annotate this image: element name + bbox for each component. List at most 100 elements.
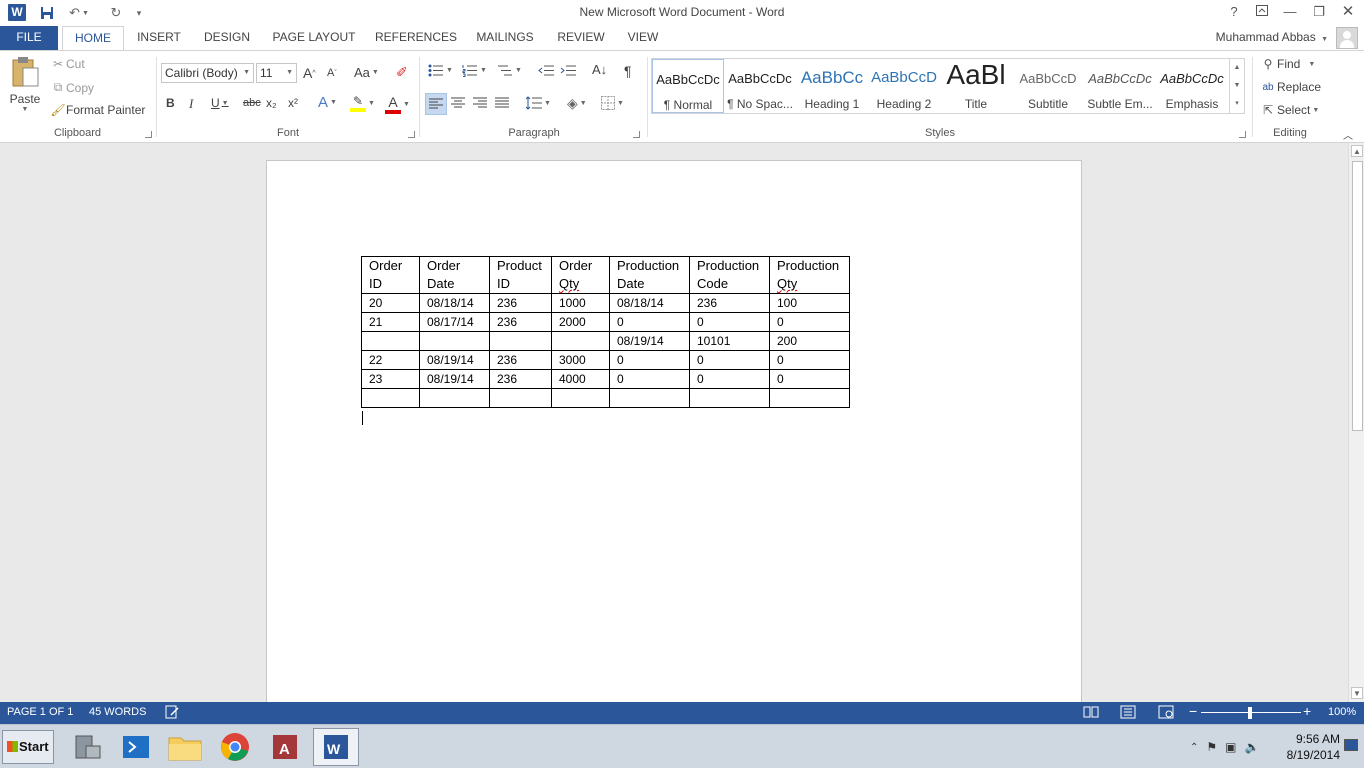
vertical-scrollbar[interactable]: ▲ ▼ [1348,143,1364,702]
show-desktop-icon[interactable] [1344,739,1358,751]
bullets-icon[interactable]: ▼ [428,64,453,77]
zoom-out-button[interactable]: − [1189,703,1197,719]
justify-icon[interactable] [495,97,509,109]
action-center-flag-icon[interactable]: ⚑ [1206,740,1217,754]
table-cell[interactable]: 08/19/14 [419,350,490,370]
header-cell[interactable]: Production Qty [769,256,850,294]
change-case-button[interactable]: Aa ▼ [354,65,379,80]
powershell-icon[interactable] [113,728,159,766]
find-button[interactable]: ⚲ Find ▼ [1259,57,1316,71]
style-title[interactable]: AaBl Title [940,59,1012,113]
tab-file[interactable]: FILE [0,26,58,50]
scrollbar-thumb[interactable] [1352,161,1363,431]
table-cell[interactable]: 200 [769,331,850,351]
table-cell[interactable]: 0 [769,350,850,370]
replace-button[interactable]: ab Replace [1259,80,1321,94]
table-cell[interactable] [551,388,610,408]
font-color-button[interactable]: A ▼ [385,94,410,114]
tab-view[interactable]: VIEW [622,26,664,50]
header-cell[interactable]: Order Date [419,256,490,294]
document-page[interactable]: Order ID Order Date Product ID Order Qty Pro… [266,160,1082,702]
clear-formatting-icon[interactable]: ✐ [396,64,408,81]
restore-icon[interactable]: ❐ [1305,2,1333,22]
numbering-icon[interactable]: ▼ [462,64,487,77]
table-cell[interactable]: 0 [689,350,770,370]
tab-references[interactable]: REFERENCES [374,26,458,50]
word-count[interactable]: 45 WORDS [89,706,146,718]
header-cell[interactable]: Product ID [489,256,552,294]
collapse-ribbon-icon[interactable]: ︿ [1343,127,1353,142]
format-painter-button[interactable]: 🖌 Format Painter [50,103,145,117]
table-cell[interactable]: 0 [769,369,850,389]
scroll-up-icon[interactable]: ▲ [1351,145,1363,157]
table-cell[interactable] [361,331,420,351]
style-heading-2[interactable]: AaBbCcD Heading 2 [868,59,940,113]
print-layout-icon[interactable] [1120,705,1136,722]
italic-button[interactable]: I [189,96,193,112]
close-icon[interactable]: ✕ [1334,2,1362,22]
table-cell[interactable]: 08/19/14 [419,369,490,389]
subscript-button[interactable]: x₂ [266,96,277,110]
table-cell[interactable]: 08/18/14 [419,293,490,313]
proofing-icon[interactable] [165,705,179,722]
header-cell[interactable]: Order ID [361,256,420,294]
select-button[interactable]: ⇱ Select ▼ [1259,103,1319,117]
font-family-select[interactable]: Calibri (Body) ▼ [161,63,254,83]
table-cell[interactable]: 236 [489,312,552,332]
table-cell[interactable] [551,331,610,351]
table-cell[interactable]: 3000 [551,350,610,370]
table-cell[interactable] [609,388,690,408]
table-cell[interactable]: 10101 [689,331,770,351]
header-cell[interactable]: Production Code [689,256,770,294]
order-table[interactable]: Order ID Order Date Product ID Order Qty Pro… [361,256,850,408]
cut-button[interactable]: ✂ Cut [50,57,85,71]
grow-font-button[interactable]: A ^ [303,65,316,81]
strikethrough-button[interactable]: abc [243,97,261,109]
shrink-font-button[interactable]: Aˇ [327,67,337,79]
underline-button[interactable]: U ▼ [211,96,229,110]
multilevel-list-icon[interactable]: ▼ [497,64,522,77]
minimize-icon[interactable]: — [1276,2,1304,22]
styles-launcher-icon[interactable] [1239,131,1246,138]
copy-button[interactable]: ⧉ Copy [50,80,94,95]
table-cell[interactable]: 0 [609,369,690,389]
computer-icon[interactable] [64,728,110,766]
highlight-color-icon[interactable]: ✎ ▼ [350,94,375,112]
style-heading-1[interactable]: AaBbCc Heading 1 [796,59,868,113]
align-left-icon[interactable] [425,93,447,115]
show-formatting-marks-icon[interactable]: ¶ [624,63,632,79]
align-right-icon[interactable] [473,97,487,109]
font-size-select[interactable]: 11 ▼ [256,63,297,83]
paste-button[interactable]: Paste ▼ [8,56,42,116]
zoom-in-button[interactable]: + [1303,703,1311,719]
show-hidden-icons-icon[interactable]: ⌃ [1190,742,1198,753]
user-name[interactable]: Muhammad Abbas ▼ [1216,30,1328,44]
tab-mailings[interactable]: MAILINGS [470,26,540,50]
table-cell[interactable] [419,331,490,351]
table-cell[interactable]: 100 [769,293,850,313]
network-icon[interactable]: ▣ [1225,740,1236,754]
read-mode-icon[interactable] [1083,705,1099,722]
zoom-slider-thumb[interactable] [1248,707,1252,719]
text-effects-icon[interactable]: A ▼ [318,94,337,111]
avatar[interactable] [1336,27,1358,49]
access-icon[interactable]: A [262,728,308,766]
tab-review[interactable]: REVIEW [552,26,610,50]
table-cell[interactable]: 0 [769,312,850,332]
table-cell[interactable]: 0 [609,312,690,332]
gallery-more-icon[interactable]: ▾ [1229,95,1244,113]
table-cell[interactable] [769,388,850,408]
table-cell[interactable]: 0 [609,350,690,370]
sort-icon[interactable]: A↓ [592,62,607,77]
table-cell[interactable]: 2000 [551,312,610,332]
table-cell[interactable]: 0 [689,369,770,389]
table-cell[interactable]: 236 [689,293,770,313]
style-normal[interactable]: AaBbCcDc ¶ Normal [652,59,724,113]
table-cell[interactable] [361,388,420,408]
table-cell[interactable]: 08/17/14 [419,312,490,332]
start-button[interactable]: Start [2,730,54,764]
table-cell[interactable]: 23 [361,369,420,389]
volume-icon[interactable]: 🔈 [1245,740,1260,754]
superscript-button[interactable]: x² [288,96,298,110]
chrome-icon[interactable] [212,728,258,766]
